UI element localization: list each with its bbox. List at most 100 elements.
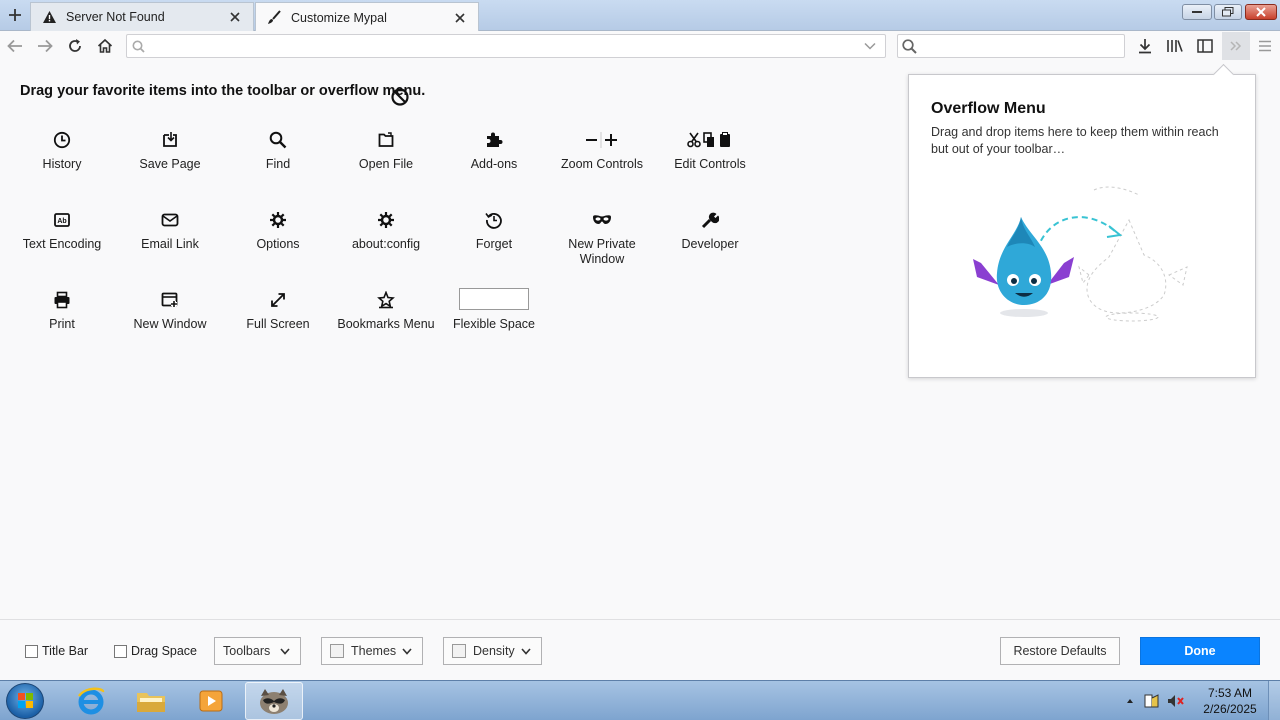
chevron-down-icon [278,647,292,655]
overflow-panel[interactable]: Overflow Menu Drag and drop items here t… [908,74,1256,378]
done-button[interactable]: Done [1140,637,1260,665]
palette-item-developer[interactable]: Developer [656,210,764,252]
taskbar-media-player[interactable] [182,682,240,720]
gear-icon [377,210,395,230]
printer-icon [53,290,71,310]
overflow-button[interactable] [1222,32,1250,60]
dropdown-label: Themes [351,644,397,658]
search-bar[interactable] [897,34,1125,58]
volume-muted-icon[interactable] [1164,693,1188,709]
palette-item-open-file[interactable]: Open File [332,130,440,172]
maximize-button[interactable] [1214,4,1242,20]
toolbars-dropdown[interactable]: Toolbars [214,637,301,665]
downloads-button[interactable] [1133,34,1157,58]
search-icon [269,130,287,150]
palette-item-about-config[interactable]: about:config [332,210,440,252]
search-icon [127,36,149,56]
new-tab-button[interactable] [2,3,28,27]
title-bar-checkbox[interactable]: Title Bar [25,644,88,658]
forget-icon [485,210,503,230]
mypal-raccoon-icon [260,689,288,714]
plus-icon [9,9,21,21]
internet-explorer-icon [77,687,105,715]
close-icon[interactable] [452,10,468,26]
taskbar-file-explorer[interactable] [122,682,180,720]
palette-item-edit-controls[interactable]: Edit Controls [656,130,764,172]
dropdown-label: Density [473,644,515,658]
sidebar-button[interactable] [1193,34,1217,58]
palette-item-flexible-space[interactable]: Flexible Space [440,287,548,332]
tab-server-not-found[interactable]: Server Not Found [30,2,254,31]
save-page-icon [161,130,179,150]
windows-logo-icon [18,693,33,708]
palette-item-label: Full Screen [246,317,310,331]
warning-icon [41,9,57,25]
palette-item-label: Zoom Controls [561,157,643,171]
tab-customize-mypal[interactable]: Customize Mypal [255,2,479,32]
windows-taskbar: 7:53 AM 2/26/2025 [0,680,1280,720]
themes-dropdown[interactable]: Themes [321,637,423,665]
chevron-down-icon[interactable] [859,36,881,56]
chevron-down-icon [519,647,533,655]
text-encoding-icon: Ab [53,210,71,230]
palette-item-history[interactable]: History [8,130,116,172]
url-input[interactable] [149,36,859,56]
close-icon[interactable] [227,9,243,25]
paintbrush-icon [266,10,282,26]
not-allowed-cursor-icon [391,88,409,106]
new-window-icon [161,290,179,310]
palette-item-full-screen[interactable]: Full Screen [224,290,332,332]
puzzle-icon [485,130,503,150]
palette-item-text-encoding[interactable]: Ab Text Encoding [8,210,116,252]
show-desktop-button[interactable] [1268,681,1280,720]
overflow-title: Overflow Menu [931,100,1046,117]
library-button[interactable] [1163,34,1187,58]
tray-expand-icon[interactable] [1120,698,1140,704]
overflow-description: Drag and drop items here to keep them wi… [931,125,1219,156]
palette-item-label: Add-ons [470,157,518,171]
reload-icon [69,39,81,52]
density-dropdown[interactable]: Density [443,637,542,665]
svg-text:Ab: Ab [57,218,66,225]
taskbar-clock[interactable]: 7:53 AM 2/26/2025 [1200,685,1260,717]
home-icon [97,38,113,53]
palette-item-find[interactable]: Find [224,130,332,172]
library-icon [1167,40,1183,52]
close-window-button[interactable] [1245,4,1277,20]
restore-window-icon [1222,7,1234,17]
palette-item-new-private-window[interactable]: New Private Window [548,210,656,267]
palette-item-print[interactable]: Print [8,290,116,332]
palette-item-options[interactable]: Options [224,210,332,252]
back-button[interactable] [3,34,27,58]
palette-item-label: Email Link [141,237,199,251]
search-input[interactable] [920,36,1124,56]
drag-space-checkbox[interactable]: Drag Space [114,644,197,658]
hamburger-icon [1259,40,1271,52]
palette-item-zoom-controls[interactable]: Zoom Controls [548,130,656,172]
dropdown-label: Toolbars [223,644,271,658]
palette-item-forget[interactable]: Forget [440,210,548,252]
palette-item-bookmarks-menu[interactable]: Bookmarks Menu [332,290,440,332]
palette-item-add-ons[interactable]: Add-ons [440,130,548,172]
taskbar-internet-explorer[interactable] [62,682,120,720]
menu-button[interactable] [1253,34,1277,58]
taskbar-mypal[interactable] [245,682,303,720]
checkbox-box[interactable] [25,644,38,658]
start-button[interactable] [6,683,44,719]
home-button[interactable] [93,34,117,58]
action-center-icon[interactable] [1140,693,1164,709]
open-file-icon [377,130,395,150]
minimize-button[interactable] [1182,4,1212,20]
checkbox-box[interactable] [114,644,127,658]
palette-item-new-window[interactable]: New Window [116,290,224,332]
chevron-down-icon [400,647,414,655]
reload-button[interactable] [63,34,87,58]
palette-item-save-page[interactable]: Save Page [116,130,224,172]
fullscreen-icon [269,290,287,310]
forward-button[interactable] [33,34,57,58]
url-bar[interactable] [126,34,886,58]
double-chevron-icon [1230,41,1242,51]
palette-item-email-link[interactable]: Email Link [116,210,224,252]
media-player-icon [199,690,223,712]
restore-defaults-button[interactable]: Restore Defaults [1000,637,1120,665]
